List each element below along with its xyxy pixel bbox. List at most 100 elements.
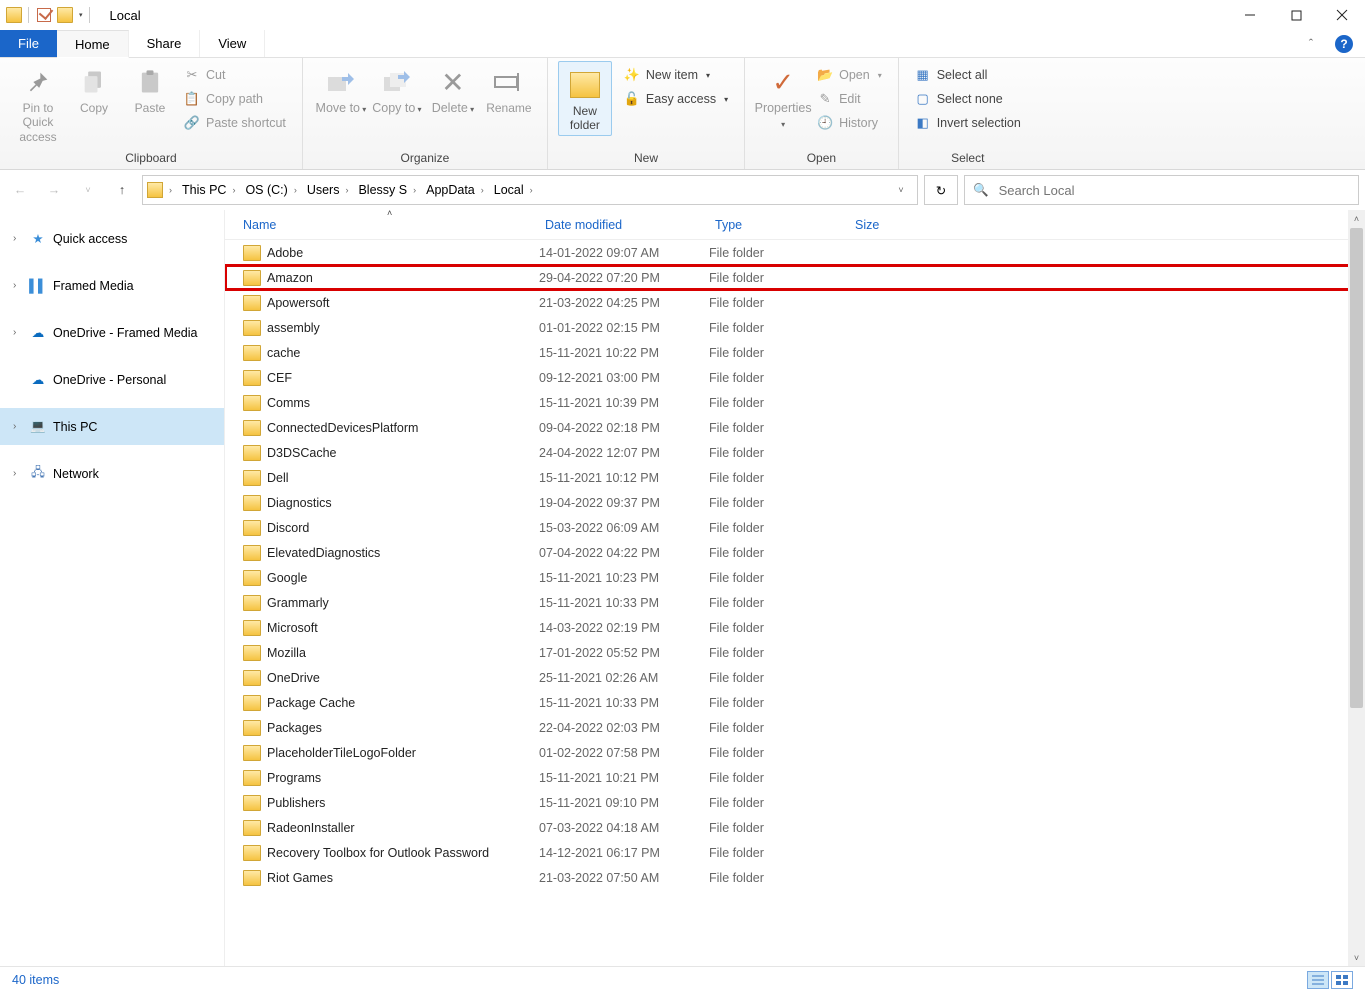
properties-button[interactable]: ✓ Properties ▾: [755, 61, 811, 130]
scroll-up-icon[interactable]: ˄: [1348, 210, 1365, 227]
file-row[interactable]: Amazon29-04-2022 07:20 PMFile folder: [225, 265, 1365, 290]
file-row[interactable]: Discord15-03-2022 06:09 AMFile folder: [225, 515, 1365, 540]
file-row[interactable]: Adobe14-01-2022 09:07 AMFile folder: [225, 240, 1365, 265]
nav-network[interactable]: ›🖧Network: [0, 455, 224, 492]
file-row[interactable]: Comms15-11-2021 10:39 PMFile folder: [225, 390, 1365, 415]
delete-button[interactable]: ✕ Delete ▾: [425, 61, 481, 116]
file-row[interactable]: Riot Games21-03-2022 07:50 AMFile folder: [225, 865, 1365, 890]
move-to-button[interactable]: Move to ▾: [313, 61, 369, 116]
nav-this-pc[interactable]: ›💻This PC: [0, 408, 224, 445]
file-row[interactable]: assembly01-01-2022 02:15 PMFile folder: [225, 315, 1365, 340]
breadcrumb-segment[interactable]: OS (C:)›: [241, 183, 302, 197]
paste-shortcut-button[interactable]: 🔗Paste shortcut: [178, 113, 292, 133]
file-row[interactable]: ElevatedDiagnostics07-04-2022 04:22 PMFi…: [225, 540, 1365, 565]
select-none-button[interactable]: ▢Select none: [909, 89, 1027, 109]
select-all-button[interactable]: ▦Select all: [909, 65, 1027, 85]
breadcrumb-segment[interactable]: Users›: [303, 183, 355, 197]
file-row[interactable]: Programs15-11-2021 10:21 PMFile folder: [225, 765, 1365, 790]
new-folder-button[interactable]: New folder: [561, 64, 609, 133]
file-type: File folder: [709, 446, 849, 460]
tab-view[interactable]: View: [200, 30, 265, 57]
easy-access-button[interactable]: 🔓Easy access▾: [618, 89, 734, 109]
vertical-scrollbar[interactable]: ˄ ˅: [1348, 210, 1365, 966]
file-row[interactable]: Dell15-11-2021 10:12 PMFile folder: [225, 465, 1365, 490]
close-button[interactable]: [1319, 0, 1365, 30]
folder-icon: [243, 845, 261, 861]
address-bar[interactable]: › This PC›OS (C:)›Users›Blessy S›AppData…: [142, 175, 918, 205]
file-row[interactable]: PlaceholderTileLogoFolder01-02-2022 07:5…: [225, 740, 1365, 765]
search-input[interactable]: [999, 183, 1350, 198]
file-row[interactable]: Grammarly15-11-2021 10:33 PMFile folder: [225, 590, 1365, 615]
file-row[interactable]: Publishers15-11-2021 09:10 PMFile folder: [225, 790, 1365, 815]
rename-button[interactable]: Rename: [481, 61, 537, 115]
tab-share[interactable]: Share: [129, 30, 201, 57]
file-date: 07-04-2022 04:22 PM: [539, 546, 709, 560]
nav-forward-button[interactable]: →: [40, 176, 68, 204]
copy-button[interactable]: Copy: [66, 61, 122, 115]
tab-home[interactable]: Home: [57, 30, 129, 58]
breadcrumb-segment[interactable]: This PC›: [178, 183, 241, 197]
file-row[interactable]: D3DSCache24-04-2022 12:07 PMFile folder: [225, 440, 1365, 465]
nav-onedrive-framed[interactable]: ›☁OneDrive - Framed Media: [0, 314, 224, 351]
breadcrumb-segment[interactable]: AppData›: [422, 183, 490, 197]
paste-button[interactable]: Paste: [122, 61, 178, 115]
tab-file[interactable]: File: [0, 30, 57, 57]
file-row[interactable]: cache15-11-2021 10:22 PMFile folder: [225, 340, 1365, 365]
file-row[interactable]: Recovery Toolbox for Outlook Password14-…: [225, 840, 1365, 865]
file-row[interactable]: Apowersoft21-03-2022 04:25 PMFile folder: [225, 290, 1365, 315]
breadcrumb-segment[interactable]: Blessy S›: [354, 183, 422, 197]
copy-path-button[interactable]: 📋Copy path: [178, 89, 292, 109]
search-box[interactable]: 🔍: [964, 175, 1359, 205]
qat-checkbox-icon[interactable]: [37, 8, 51, 22]
nav-back-button[interactable]: ←: [6, 176, 34, 204]
qat-dropdown-icon[interactable]: ▾: [79, 11, 83, 19]
column-date[interactable]: Date modified: [535, 218, 705, 232]
history-button[interactable]: 🕘History: [811, 113, 888, 133]
file-row[interactable]: Mozilla17-01-2022 05:52 PMFile folder: [225, 640, 1365, 665]
view-large-icons-button[interactable]: [1331, 971, 1353, 989]
file-row[interactable]: Google15-11-2021 10:23 PMFile folder: [225, 565, 1365, 590]
file-row[interactable]: Diagnostics19-04-2022 09:37 PMFile folde…: [225, 490, 1365, 515]
file-row[interactable]: Packages22-04-2022 02:03 PMFile folder: [225, 715, 1365, 740]
file-row[interactable]: Microsoft14-03-2022 02:19 PMFile folder: [225, 615, 1365, 640]
view-details-button[interactable]: [1307, 971, 1329, 989]
scroll-down-icon[interactable]: ˅: [1348, 949, 1365, 966]
column-type[interactable]: Type: [705, 218, 845, 232]
address-dropdown-icon[interactable]: ˅: [889, 185, 913, 195]
file-name: Amazon: [267, 271, 539, 285]
file-row[interactable]: ConnectedDevicesPlatform09-04-2022 02:18…: [225, 415, 1365, 440]
file-row[interactable]: RadeonInstaller07-03-2022 04:18 AMFile f…: [225, 815, 1365, 840]
help-button[interactable]: ?: [1329, 30, 1359, 57]
scroll-thumb[interactable]: [1350, 228, 1363, 708]
ribbon-collapse-icon[interactable]: ˆ: [1293, 30, 1329, 57]
edit-button[interactable]: ✎Edit: [811, 89, 888, 109]
nav-recent-button[interactable]: ˅: [74, 176, 102, 204]
column-name[interactable]: Name: [225, 218, 535, 232]
cut-button[interactable]: ✂Cut: [178, 65, 292, 85]
pin-to-quick-access-button[interactable]: Pin to Quick access: [10, 61, 66, 144]
breadcrumb-segment[interactable]: Local›: [490, 183, 539, 197]
search-icon: 🔍: [973, 183, 989, 198]
column-size[interactable]: Size: [845, 218, 965, 232]
nav-framed-media[interactable]: ›▌▌Framed Media: [0, 267, 224, 304]
invert-selection-button[interactable]: ◧Invert selection: [909, 113, 1027, 133]
open-button[interactable]: 📂Open▾: [811, 65, 888, 85]
group-label-clipboard: Clipboard: [10, 149, 292, 169]
file-name: Packages: [267, 721, 539, 735]
nav-onedrive-personal[interactable]: ☁OneDrive - Personal: [0, 361, 224, 398]
copy-to-button[interactable]: Copy to ▾: [369, 61, 425, 116]
nav-up-button[interactable]: ↑: [108, 176, 136, 204]
minimize-button[interactable]: [1227, 0, 1273, 30]
maximize-button[interactable]: [1273, 0, 1319, 30]
file-date: 15-11-2021 10:21 PM: [539, 771, 709, 785]
file-name: RadeonInstaller: [267, 821, 539, 835]
file-row[interactable]: CEF09-12-2021 03:00 PMFile folder: [225, 365, 1365, 390]
file-name: Mozilla: [267, 646, 539, 660]
refresh-button[interactable]: ↻: [924, 175, 958, 205]
file-row[interactable]: OneDrive25-11-2021 02:26 AMFile folder: [225, 665, 1365, 690]
group-label-open: Open: [755, 149, 888, 169]
nav-quick-access[interactable]: ›★Quick access: [0, 220, 224, 257]
new-item-button[interactable]: ✨New item▾: [618, 65, 734, 85]
file-type: File folder: [709, 746, 849, 760]
file-row[interactable]: Package Cache15-11-2021 10:33 PMFile fol…: [225, 690, 1365, 715]
